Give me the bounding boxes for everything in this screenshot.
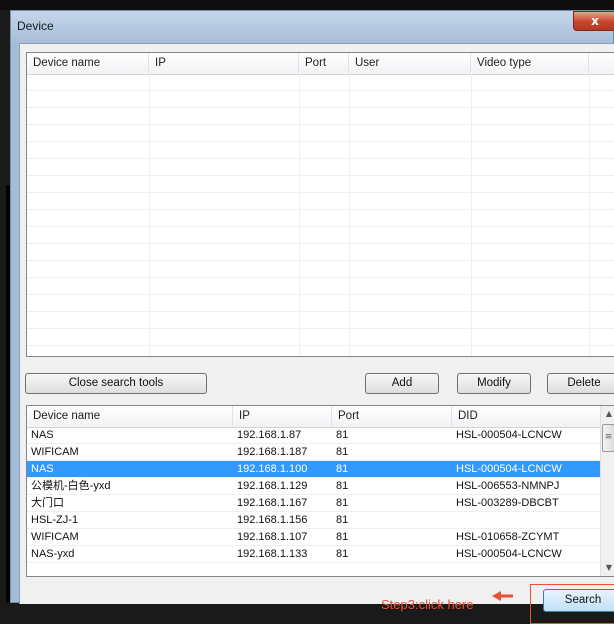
close-search-tools-button[interactable]: Close search tools bbox=[25, 373, 207, 394]
cell-name: 公模机-白色-yxd bbox=[31, 480, 111, 492]
column-divider bbox=[349, 74, 350, 356]
cell-port: 81 bbox=[336, 480, 349, 492]
cell-ip: 192.168.1.100 bbox=[237, 463, 308, 475]
search-button[interactable]: Search bbox=[543, 589, 614, 612]
cell-name: 大门口 bbox=[31, 497, 64, 509]
cell-port: 81 bbox=[336, 446, 349, 458]
column-video-type[interactable]: Video type bbox=[471, 53, 589, 74]
cell-name: NAS bbox=[31, 429, 54, 441]
empty-row bbox=[27, 159, 614, 176]
empty-row bbox=[27, 74, 614, 91]
cell-did: HSL-010658-ZCYMT bbox=[456, 531, 560, 543]
table-row[interactable]: NAS 192.168.1.87 81 HSL-000504-LCNCW bbox=[27, 427, 602, 444]
empty-row bbox=[27, 329, 614, 346]
column-port[interactable]: Port bbox=[332, 406, 452, 427]
empty-row bbox=[27, 346, 614, 356]
empty-row bbox=[27, 193, 614, 210]
cell-did: HSL-003289-DBCBT bbox=[456, 497, 559, 509]
cell-port: 81 bbox=[336, 429, 349, 441]
window-title: Device bbox=[17, 19, 54, 33]
scroll-up-icon[interactable]: ▲ bbox=[601, 406, 614, 422]
desktop-background bbox=[0, 0, 614, 10]
window-client-area: Device name IP Port User Video type Clos… bbox=[19, 43, 614, 624]
cell-ip: 192.168.1.87 bbox=[237, 429, 302, 441]
cell-did: HSL-006553-NMNPJ bbox=[456, 480, 560, 492]
cell-name: WIFICAM bbox=[31, 446, 79, 458]
table-row[interactable]: 大门口 192.168.1.167 81 HSL-003289-DBCBT bbox=[27, 495, 602, 512]
scroll-down-icon[interactable]: ▼ bbox=[601, 560, 614, 576]
cell-ip: 192.168.1.167 bbox=[237, 497, 308, 509]
column-ip[interactable]: IP bbox=[149, 53, 299, 74]
cell-did: HSL-000504-LCNCW bbox=[456, 548, 562, 560]
column-divider bbox=[589, 74, 590, 356]
cell-port: 81 bbox=[336, 463, 349, 475]
device-list-table[interactable]: Device name IP Port User Video type bbox=[26, 52, 614, 357]
empty-row bbox=[27, 142, 614, 159]
cell-did bbox=[452, 444, 602, 460]
column-divider bbox=[149, 74, 150, 356]
cell-port: 81 bbox=[336, 497, 349, 509]
column-did[interactable]: DID bbox=[452, 406, 602, 427]
empty-row bbox=[27, 261, 614, 278]
empty-row bbox=[27, 91, 614, 108]
cell-ip: 192.168.1.156 bbox=[237, 514, 308, 526]
add-button[interactable]: Add bbox=[365, 373, 439, 394]
table-row[interactable]: HSL-ZJ-1 192.168.1.156 81 bbox=[27, 512, 602, 529]
cell-did bbox=[452, 512, 602, 528]
cell-name: NAS-yxd bbox=[31, 548, 75, 560]
cell-ip: 192.168.1.107 bbox=[237, 531, 308, 543]
cell-ip: 192.168.1.129 bbox=[237, 480, 308, 492]
empty-row bbox=[27, 210, 614, 227]
step3-annotation: Step3:click here bbox=[381, 597, 474, 612]
cell-did: HSL-000504-LCNCW bbox=[456, 429, 562, 441]
empty-row bbox=[27, 227, 614, 244]
table-row[interactable]: WIFICAM 192.168.1.187 81 bbox=[27, 444, 602, 461]
table-row[interactable]: WIFICAM 192.168.1.107 81 HSL-010658-ZCYMT bbox=[27, 529, 602, 546]
title-bar[interactable]: Device x bbox=[11, 11, 614, 43]
empty-row bbox=[27, 125, 614, 142]
cell-name: WIFICAM bbox=[31, 531, 79, 543]
cell-port: 81 bbox=[336, 548, 349, 560]
empty-row bbox=[27, 176, 614, 193]
cell-port: 81 bbox=[336, 514, 349, 526]
cell-name: HSL-ZJ-1 bbox=[31, 514, 79, 526]
scroll-thumb[interactable]: ≡ bbox=[602, 424, 614, 452]
device-window: Device x Device name IP Port User Video … bbox=[10, 10, 614, 624]
empty-row bbox=[27, 295, 614, 312]
table-row[interactable]: NAS 192.168.1.100 81 HSL-000504-LCNCW bbox=[27, 461, 602, 478]
empty-row bbox=[27, 108, 614, 125]
delete-button[interactable]: Delete bbox=[547, 373, 614, 394]
close-icon[interactable]: x bbox=[573, 11, 614, 31]
cell-name: NAS bbox=[31, 463, 54, 475]
table-row[interactable]: 公模机-白色-yxd 192.168.1.129 81 HSL-006553-NMNP… bbox=[27, 478, 602, 495]
column-device-name[interactable]: Device name bbox=[27, 406, 233, 427]
empty-row bbox=[27, 244, 614, 261]
table-row[interactable]: NAS-yxd 192.168.1.133 81 HSL-000504-LCNCW bbox=[27, 546, 602, 563]
column-ip[interactable]: IP bbox=[233, 406, 332, 427]
cell-ip: 192.168.1.187 bbox=[237, 446, 308, 458]
empty-row bbox=[27, 312, 614, 329]
column-device-name[interactable]: Device name bbox=[27, 53, 149, 74]
column-port[interactable]: Port bbox=[299, 53, 349, 74]
cell-port: 81 bbox=[336, 531, 349, 543]
device-list-header: Device name IP Port User Video type bbox=[27, 53, 614, 75]
search-results-table[interactable]: Device name IP Port DID NAS 192.168.1.87 8… bbox=[26, 405, 614, 577]
cell-did: HSL-000504-LCNCW bbox=[456, 463, 562, 475]
empty-row bbox=[27, 278, 614, 295]
cell-ip: 192.168.1.133 bbox=[237, 548, 308, 560]
column-user[interactable]: User bbox=[349, 53, 471, 74]
column-divider bbox=[471, 74, 472, 356]
modify-button[interactable]: Modify bbox=[457, 373, 531, 394]
column-divider bbox=[299, 74, 300, 356]
annotation-arrow-icon bbox=[492, 591, 513, 601]
search-results-header: Device name IP Port DID bbox=[27, 406, 614, 428]
search-results-scrollbar[interactable]: ▲ ≡ ▼ bbox=[600, 406, 614, 576]
